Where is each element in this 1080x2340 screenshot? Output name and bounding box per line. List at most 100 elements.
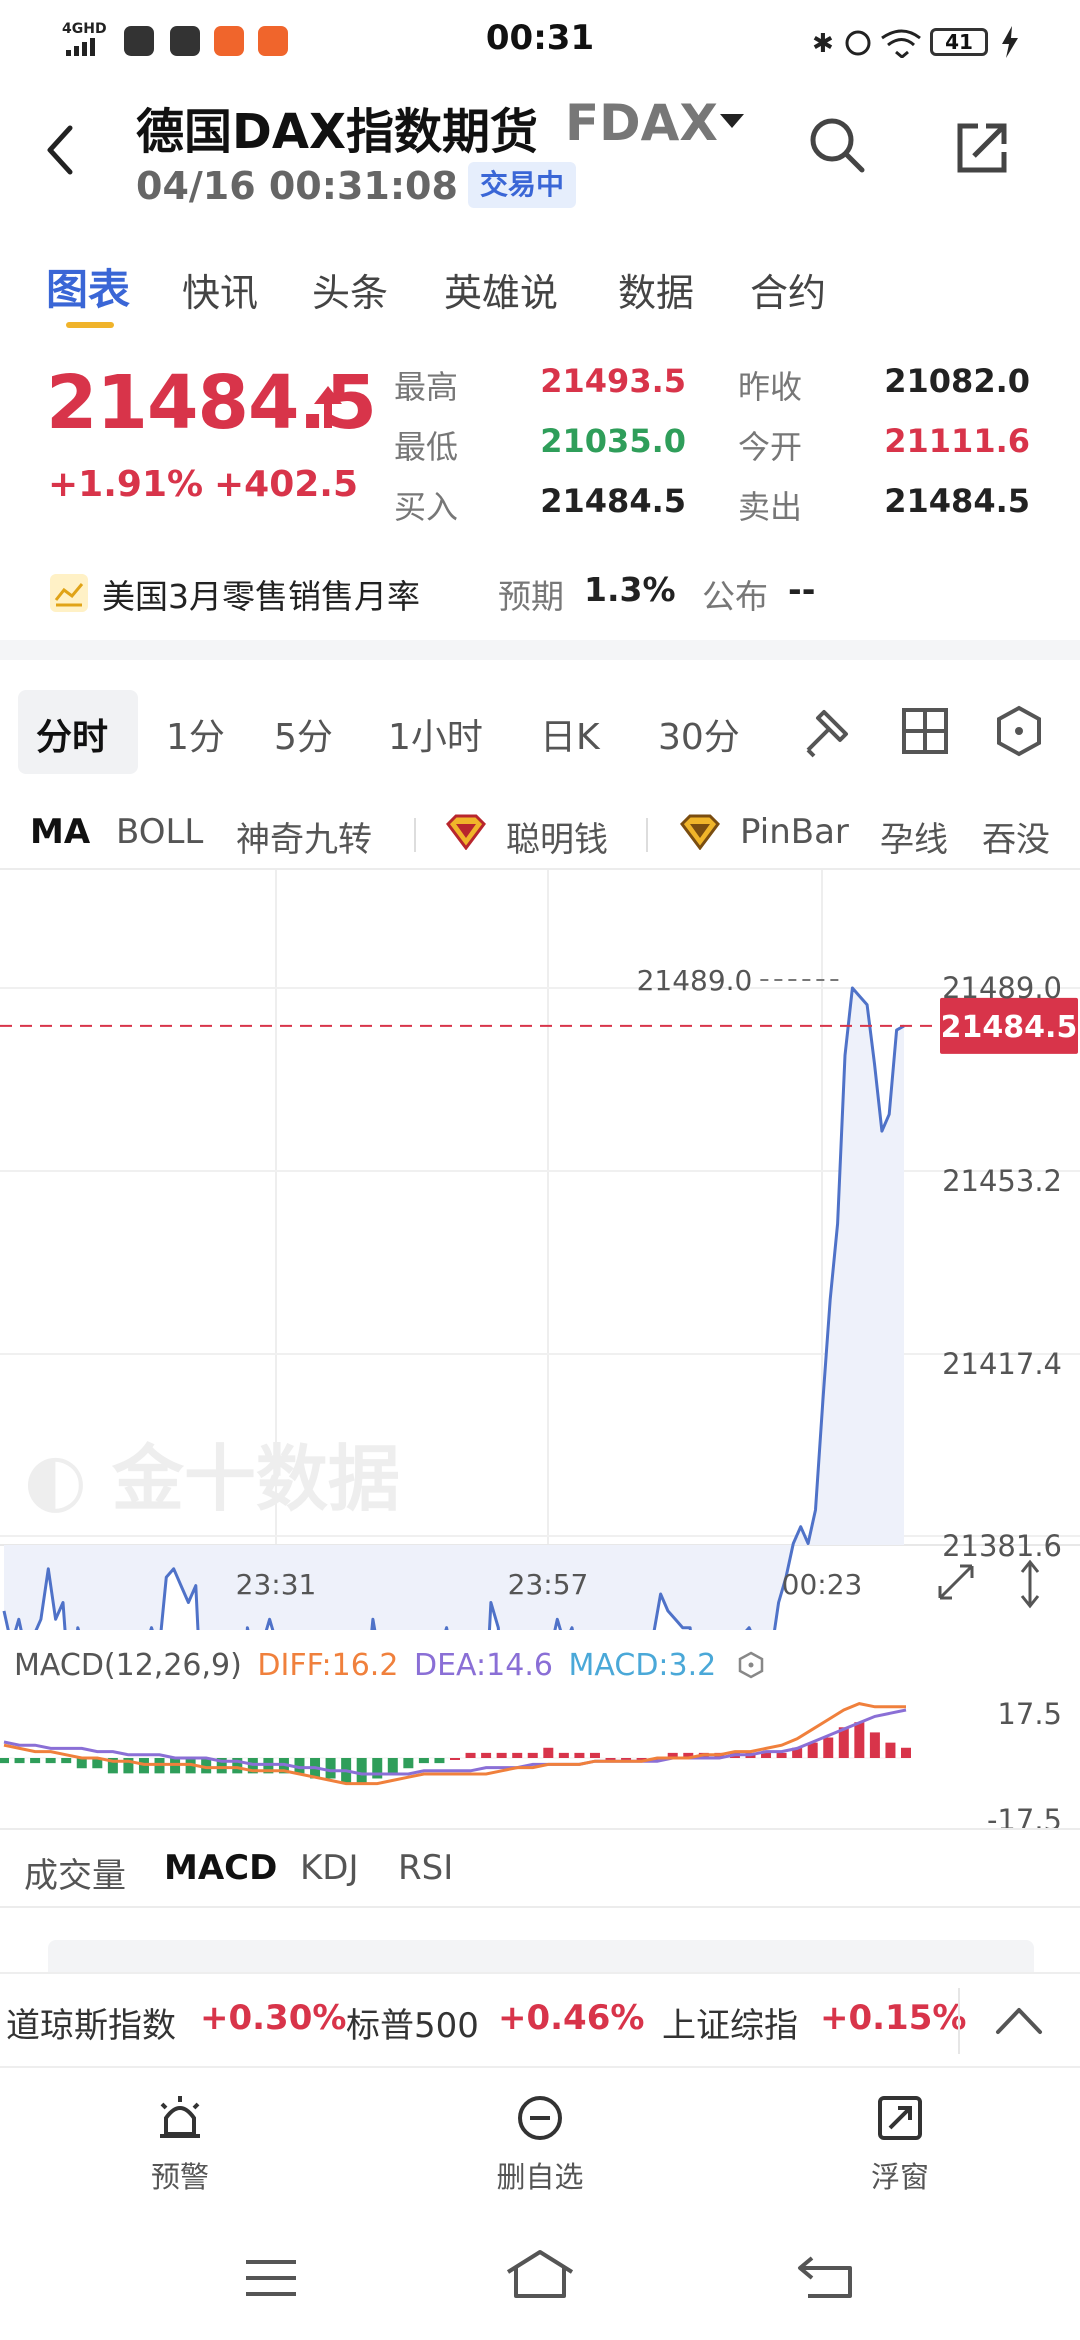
max-label: 21489.0 xyxy=(637,964,753,997)
active-tab-indicator xyxy=(66,322,114,328)
tab-headlines[interactable]: 头条 xyxy=(312,262,388,317)
tab-hero[interactable]: 英雄说 xyxy=(444,262,558,317)
price-line xyxy=(2,986,905,1630)
macd-bar xyxy=(854,1722,865,1758)
tab-contract[interactable]: 合约 xyxy=(750,262,826,317)
chevron-down-icon[interactable] xyxy=(720,114,744,128)
macd-bar xyxy=(356,1758,367,1784)
macd-bar xyxy=(61,1758,72,1764)
tab-macd[interactable]: MACD xyxy=(164,1848,277,1888)
macd-chart[interactable]: 17.5 -17.5 xyxy=(0,1630,1080,1830)
macd-bar xyxy=(823,1737,834,1758)
chart-trend-icon xyxy=(50,574,88,612)
indicator-engulfing[interactable]: 吞没 xyxy=(982,812,1050,861)
tab-flash[interactable]: 快讯 xyxy=(182,262,258,317)
expand-icon[interactable] xyxy=(938,1564,974,1600)
alert-button[interactable]: 预警 xyxy=(80,2094,280,2196)
watermark: ◐ 金十数据 xyxy=(24,1437,400,1521)
divider xyxy=(0,1906,1080,1908)
indicator-boll[interactable]: BOLL xyxy=(116,812,203,852)
layout-grid-icon[interactable] xyxy=(900,706,950,756)
tab-chart[interactable]: 图表 xyxy=(46,256,130,317)
index-ticker[interactable]: 道琼斯指数 +0.30% 标普500 +0.46% 上证综指 +0.15% xyxy=(0,1972,1080,2068)
status-icons: ✱ xyxy=(812,29,921,58)
divider xyxy=(958,1988,960,2054)
event-title: 美国3月零售销售月率 xyxy=(102,577,420,616)
settings-hexagon-icon[interactable] xyxy=(992,704,1046,758)
change-amount: +402.5 xyxy=(214,464,359,505)
macd-bar xyxy=(543,1747,554,1758)
low-value: 21035.0 xyxy=(540,422,686,460)
tab-volume[interactable]: 成交量 xyxy=(24,1848,126,1897)
vertical-resize-icon-path xyxy=(1020,1559,1040,1609)
indicator-pinbar[interactable]: PinBar xyxy=(740,812,849,852)
indicator-ma[interactable]: MA xyxy=(30,812,90,852)
period-1h[interactable]: 1小时 xyxy=(388,708,483,760)
publish-value: -- xyxy=(788,570,816,609)
tab-kdj[interactable]: KDJ xyxy=(300,1848,359,1888)
ticker-name: 上证综指 xyxy=(662,2006,798,2046)
back-nav-icon[interactable] xyxy=(796,2254,854,2300)
period-5m[interactable]: 5分 xyxy=(274,708,333,760)
macd-bar xyxy=(558,1752,569,1758)
expected-value: 1.3% xyxy=(584,570,676,609)
x-tick-label: 23:31 xyxy=(236,1568,317,1601)
alarm-bell-icon xyxy=(160,2096,200,2138)
period-tick[interactable]: 分时 xyxy=(36,708,108,760)
macd-bar xyxy=(14,1758,25,1764)
macd-bar xyxy=(30,1758,41,1764)
macd-bar xyxy=(589,1752,600,1758)
page-title: 德国DAX指数期货 xyxy=(136,104,539,160)
search-icon[interactable] xyxy=(808,116,866,174)
charging-icon xyxy=(1002,26,1018,58)
y-tick-label: 21417.4 xyxy=(942,1347,1062,1381)
high-value: 21493.5 xyxy=(540,362,686,400)
macd-bar xyxy=(481,1752,492,1758)
divider xyxy=(0,1828,1080,1830)
bid-value: 21484.5 xyxy=(540,482,686,520)
float-window-icon xyxy=(878,2096,922,2140)
indicator-td9[interactable]: 神奇九转 xyxy=(236,812,372,861)
y-tick-label: 21453.2 xyxy=(942,1164,1062,1198)
ask-value: 21484.5 xyxy=(884,482,1030,520)
divider xyxy=(414,818,416,852)
bid-label: 买入 xyxy=(394,488,459,526)
macd-bar xyxy=(885,1742,896,1758)
symbol-code[interactable]: FDAX xyxy=(565,94,718,152)
high-label: 最高 xyxy=(394,368,459,406)
vertical-resize-icon[interactable] xyxy=(1020,1559,1040,1609)
system-nav-bar xyxy=(0,2220,1080,2340)
macd-bar xyxy=(325,1758,336,1779)
period-30m[interactable]: 30分 xyxy=(658,708,740,760)
draw-tool-icon[interactable] xyxy=(800,704,854,758)
indicator-harami[interactable]: 孕线 xyxy=(880,812,948,861)
remove-watchlist-button[interactable]: 删自选 xyxy=(440,2094,640,2196)
tab-rsi[interactable]: RSI xyxy=(398,1848,453,1888)
macd-y-tick: -17.5 xyxy=(987,1803,1062,1830)
prev-close-value: 21082.0 xyxy=(884,362,1030,400)
home-icon[interactable] xyxy=(504,2248,576,2302)
x-tick-label: 00:23 xyxy=(782,1568,863,1601)
publish-label: 公布 xyxy=(702,577,768,616)
float-window-button[interactable]: 浮窗 xyxy=(800,2094,1000,2196)
price-chart[interactable]: ◐ 金十数据 21484.5 21489.0 21453.2 21417.4 21381.… xyxy=(0,870,1080,1630)
gem-icon xyxy=(680,814,720,850)
back-icon[interactable] xyxy=(40,120,80,180)
current-price-label: 21484.5 xyxy=(941,1010,1078,1045)
macd-bar xyxy=(434,1758,445,1764)
ask-label: 卖出 xyxy=(738,488,803,526)
period-daily[interactable]: 日K xyxy=(540,708,600,760)
remove-watchlist-label: 删自选 xyxy=(496,2160,584,2194)
chevron-up-icon[interactable] xyxy=(994,2002,1044,2038)
period-1m[interactable]: 1分 xyxy=(166,708,225,760)
arrow-up-icon xyxy=(314,386,342,428)
indicator-smart-money[interactable]: 聪明钱 xyxy=(506,812,608,861)
minus-circle-icon xyxy=(518,2096,562,2140)
macd-bar xyxy=(0,1758,9,1764)
section-divider xyxy=(0,640,1080,660)
share-icon[interactable] xyxy=(954,120,1010,176)
tab-data[interactable]: 数据 xyxy=(618,262,694,317)
quote-datetime: 04/16 00:31:08 xyxy=(136,164,458,208)
menu-icon[interactable] xyxy=(244,2258,298,2298)
macd-bar xyxy=(527,1752,538,1758)
